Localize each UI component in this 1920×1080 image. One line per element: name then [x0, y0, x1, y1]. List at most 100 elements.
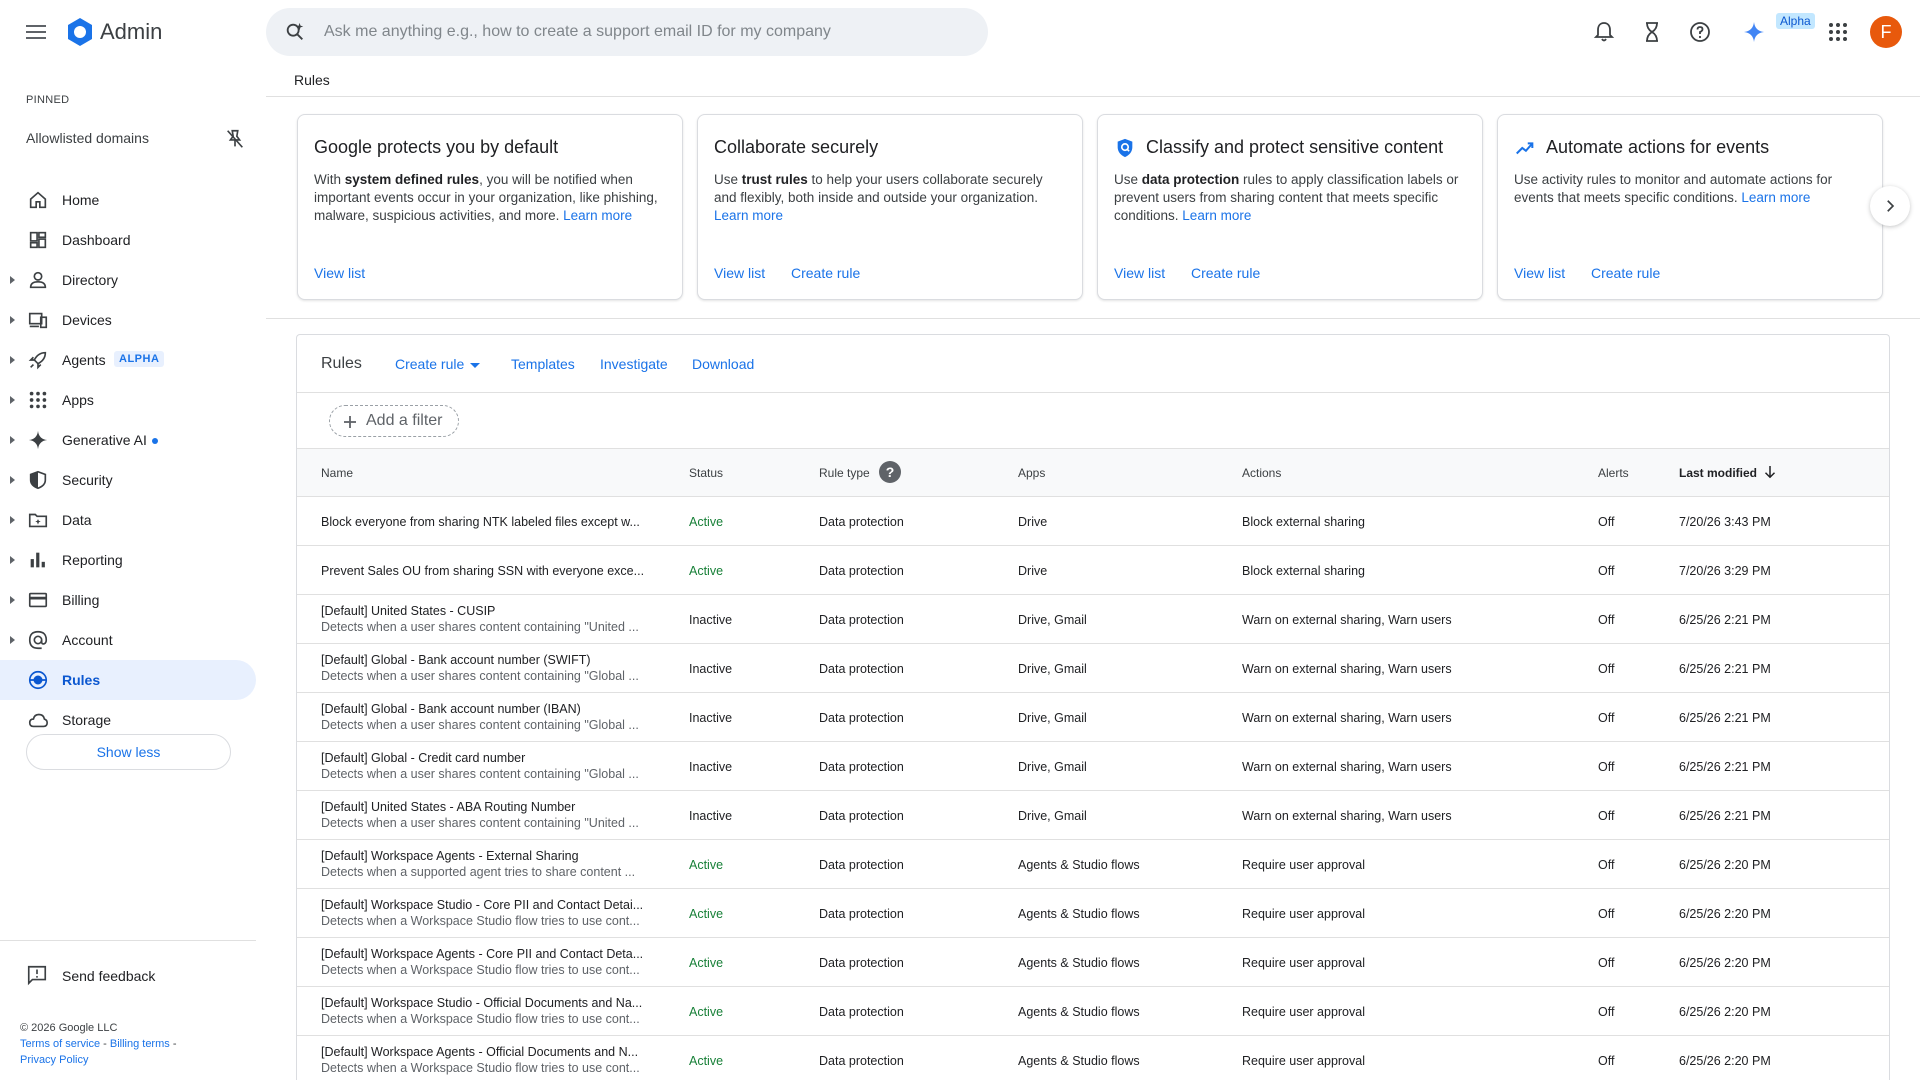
tasks-hourglass-icon[interactable] — [1640, 20, 1664, 44]
cell-modified: 7/20/26 3:29 PM — [1679, 564, 1771, 578]
rule-name[interactable]: [Default] Global - Bank account number (… — [321, 653, 651, 667]
column-header-status[interactable]: Status — [689, 466, 723, 480]
sidebar-item-home[interactable]: Home — [0, 180, 256, 220]
sort-descending-arrow-icon[interactable] — [1761, 463, 1779, 481]
table-row[interactable]: Prevent Sales OU from sharing SSN with e… — [297, 546, 1889, 595]
cell-actions: Warn on external sharing, Warn users — [1242, 662, 1452, 676]
add-filter-button[interactable]: Add a filter — [329, 405, 460, 437]
column-header-actions[interactable]: Actions — [1242, 466, 1281, 480]
column-header-last-modified[interactable]: Last modified — [1679, 466, 1757, 480]
sidebar-item-directory[interactable]: Directory — [0, 260, 256, 300]
learn-more-link[interactable]: Learn more — [1741, 190, 1810, 205]
expand-caret-icon[interactable] — [10, 476, 15, 484]
sidebar-item-apps[interactable]: Apps — [0, 380, 256, 420]
notifications-bell-icon[interactable] — [1592, 20, 1616, 44]
apps-launcher-icon[interactable] — [1826, 20, 1850, 44]
table-row[interactable]: [Default] Global - Credit card number Det… — [297, 742, 1889, 791]
pinned-item-allowlisted-domains[interactable]: Allowlisted domains — [26, 130, 149, 146]
main-menu-button[interactable] — [22, 18, 50, 46]
help-icon[interactable] — [1688, 20, 1712, 44]
sidebar-item-rules[interactable]: Rules — [0, 660, 256, 700]
table-row[interactable]: [Default] Workspace Studio - Core PII an… — [297, 889, 1889, 938]
table-row[interactable]: [Default] Global - Bank account number (… — [297, 644, 1889, 693]
expand-caret-icon[interactable] — [10, 596, 15, 604]
table-row[interactable]: [Default] United States - ABA Routing Nu… — [297, 791, 1889, 840]
show-less-button[interactable]: Show less — [26, 734, 231, 770]
table-row[interactable]: Block everyone from sharing NTK labeled … — [297, 497, 1889, 546]
search-input[interactable] — [324, 18, 964, 46]
create-rule-link[interactable]: Create rule — [791, 265, 860, 281]
expand-caret-icon[interactable] — [10, 396, 15, 404]
admin-logo-icon[interactable] — [64, 16, 96, 48]
rule-type-help-icon[interactable]: ? — [879, 461, 901, 483]
rule-name[interactable]: [Default] Workspace Studio - Core PII an… — [321, 898, 651, 912]
column-header-alerts[interactable]: Alerts — [1598, 466, 1629, 480]
sidebar-item-data[interactable]: Data — [0, 500, 256, 540]
expand-caret-icon[interactable] — [10, 636, 15, 644]
sidebar-item-generative-ai[interactable]: Generative AI — [0, 420, 256, 460]
rule-name[interactable]: [Default] Global - Credit card number — [321, 751, 651, 765]
view-list-link[interactable]: View list — [314, 265, 365, 281]
table-row[interactable]: [Default] Workspace Studio - Official Do… — [297, 987, 1889, 1036]
cell-actions: Require user approval — [1242, 907, 1365, 921]
sidebar-item-dashboard[interactable]: Dashboard — [0, 220, 256, 260]
sidebar-item-agents[interactable]: Agents ALPHA — [0, 340, 256, 380]
column-header-rule-type[interactable]: Rule type — [819, 466, 870, 480]
rule-name[interactable]: [Default] United States - CUSIP — [321, 604, 651, 618]
expand-caret-icon[interactable] — [10, 316, 15, 324]
view-list-link[interactable]: View list — [1114, 265, 1165, 281]
rule-name[interactable]: [Default] Workspace Agents - Core PII an… — [321, 947, 651, 961]
sidebar-item-billing[interactable]: Billing — [0, 580, 256, 620]
view-list-link[interactable]: View list — [714, 265, 765, 281]
sidebar-item-devices[interactable]: Devices — [0, 300, 256, 340]
column-header-apps[interactable]: Apps — [1018, 466, 1045, 480]
expand-caret-icon[interactable] — [10, 516, 15, 524]
column-header-name[interactable]: Name — [321, 466, 353, 480]
billing-terms-link[interactable]: Billing terms — [110, 1038, 170, 1050]
table-row[interactable]: [Default] Workspace Agents - Core PII an… — [297, 938, 1889, 987]
create-rule-link[interactable]: Create rule — [1191, 265, 1260, 281]
create-rule-link[interactable]: Create rule — [1591, 265, 1660, 281]
terms-link[interactable]: Terms of service — [20, 1038, 100, 1050]
gemini-sparkle-icon[interactable] — [1742, 20, 1766, 44]
rule-name[interactable]: [Default] Workspace Agents - Official Do… — [321, 1045, 651, 1059]
table-header: Name Status Rule type ? Apps Actions Ale… — [297, 449, 1889, 497]
rule-name[interactable]: [Default] Workspace Agents - External Sh… — [321, 849, 651, 863]
expand-caret-icon[interactable] — [10, 436, 15, 444]
table-row[interactable]: [Default] Workspace Agents - Official Do… — [297, 1036, 1889, 1080]
create-rule-dropdown[interactable]: Create rule — [395, 356, 481, 372]
search-bar[interactable] — [266, 8, 988, 56]
account-avatar[interactable]: F — [1870, 16, 1902, 48]
learn-more-link[interactable]: Learn more — [563, 208, 632, 223]
table-row[interactable]: [Default] Workspace Agents - External Sh… — [297, 840, 1889, 889]
privacy-policy-link[interactable]: Privacy Policy — [20, 1054, 88, 1066]
unpin-icon[interactable] — [224, 128, 246, 150]
view-list-link[interactable]: View list — [1514, 265, 1565, 281]
cards-next-button[interactable] — [1870, 186, 1910, 226]
expand-caret-icon[interactable] — [10, 276, 15, 284]
table-row[interactable]: [Default] Global - Bank account number (… — [297, 693, 1889, 742]
investigate-link[interactable]: Investigate — [600, 356, 668, 372]
sidebar-item-security[interactable]: Security — [0, 460, 256, 500]
table-row[interactable]: [Default] United States - CUSIP Detects w… — [297, 595, 1889, 644]
rule-name[interactable]: Block everyone from sharing NTK labeled … — [321, 515, 651, 529]
expand-caret-icon[interactable] — [10, 556, 15, 564]
learn-more-link[interactable]: Learn more — [1182, 208, 1251, 223]
person-icon — [29, 271, 47, 289]
sidebar-item-reporting[interactable]: Reporting — [0, 540, 256, 580]
dashboard-icon — [29, 231, 47, 249]
cell-alerts: Off — [1598, 564, 1615, 578]
shield-icon — [29, 470, 47, 490]
expand-caret-icon[interactable] — [10, 356, 15, 364]
sidebar-item-account[interactable]: Account — [0, 620, 256, 660]
rule-name[interactable]: [Default] Workspace Studio - Official Do… — [321, 996, 651, 1010]
rule-name[interactable]: Prevent Sales OU from sharing SSN with e… — [321, 564, 651, 578]
cell-alerts: Off — [1598, 515, 1615, 529]
templates-link[interactable]: Templates — [511, 356, 575, 372]
learn-more-link[interactable]: Learn more — [714, 208, 783, 223]
rule-name[interactable]: [Default] United States - ABA Routing Nu… — [321, 800, 651, 814]
app-brand[interactable]: Admin — [100, 19, 162, 45]
download-link[interactable]: Download — [692, 356, 754, 372]
rule-name[interactable]: [Default] Global - Bank account number (… — [321, 702, 651, 716]
cell-apps: Drive — [1018, 564, 1048, 578]
